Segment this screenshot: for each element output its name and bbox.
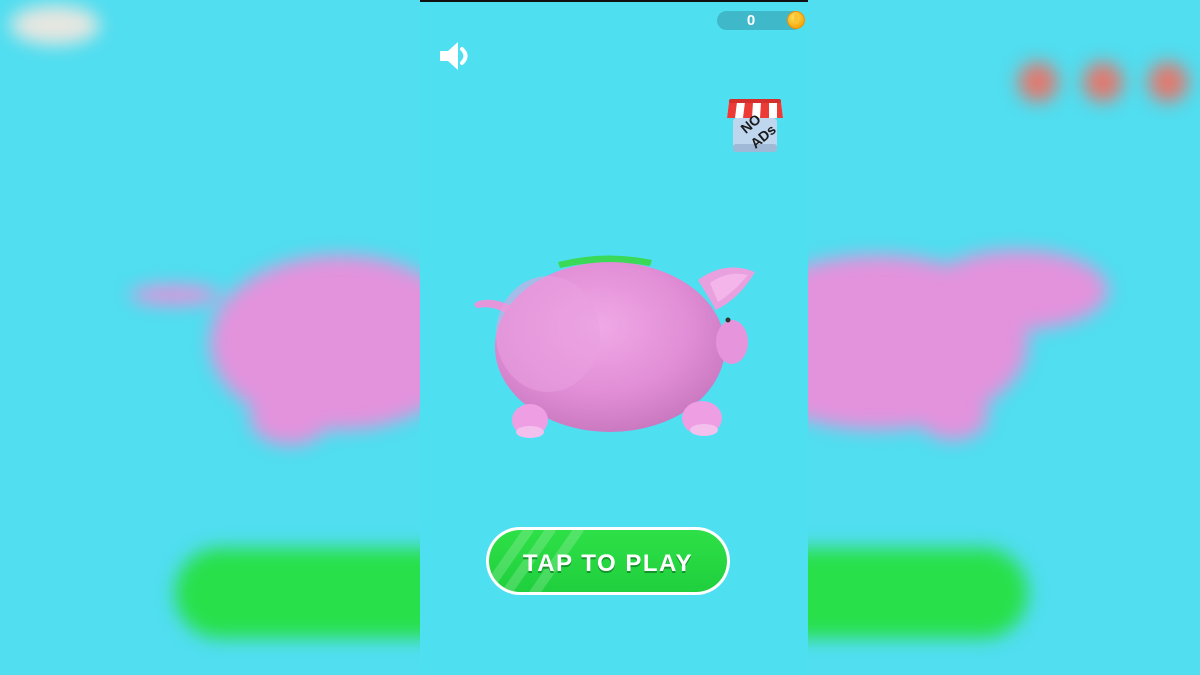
top-border (420, 0, 808, 2)
no-ads-shop-button[interactable]: NO ADs (725, 96, 785, 156)
coin-count: 0 (746, 12, 756, 29)
coin-counter: 0 (717, 11, 805, 30)
blurred-backdrop-right (808, 0, 1200, 675)
tap-to-play-button[interactable]: TAP TO PLAY (486, 527, 730, 595)
piggy-bank[interactable] (470, 250, 760, 450)
coin-icon (787, 11, 805, 29)
tap-to-play-label: TAP TO PLAY (522, 550, 694, 577)
piggy-bank-icon (474, 255, 755, 438)
game-viewport[interactable]: 0 NO ADs TAP TO PLAY (420, 0, 808, 675)
sound-toggle-button[interactable] (438, 38, 478, 74)
speaker-icon (440, 42, 468, 70)
blurred-backdrop-left (0, 0, 420, 675)
shop-icon: NO ADs (727, 99, 783, 152)
